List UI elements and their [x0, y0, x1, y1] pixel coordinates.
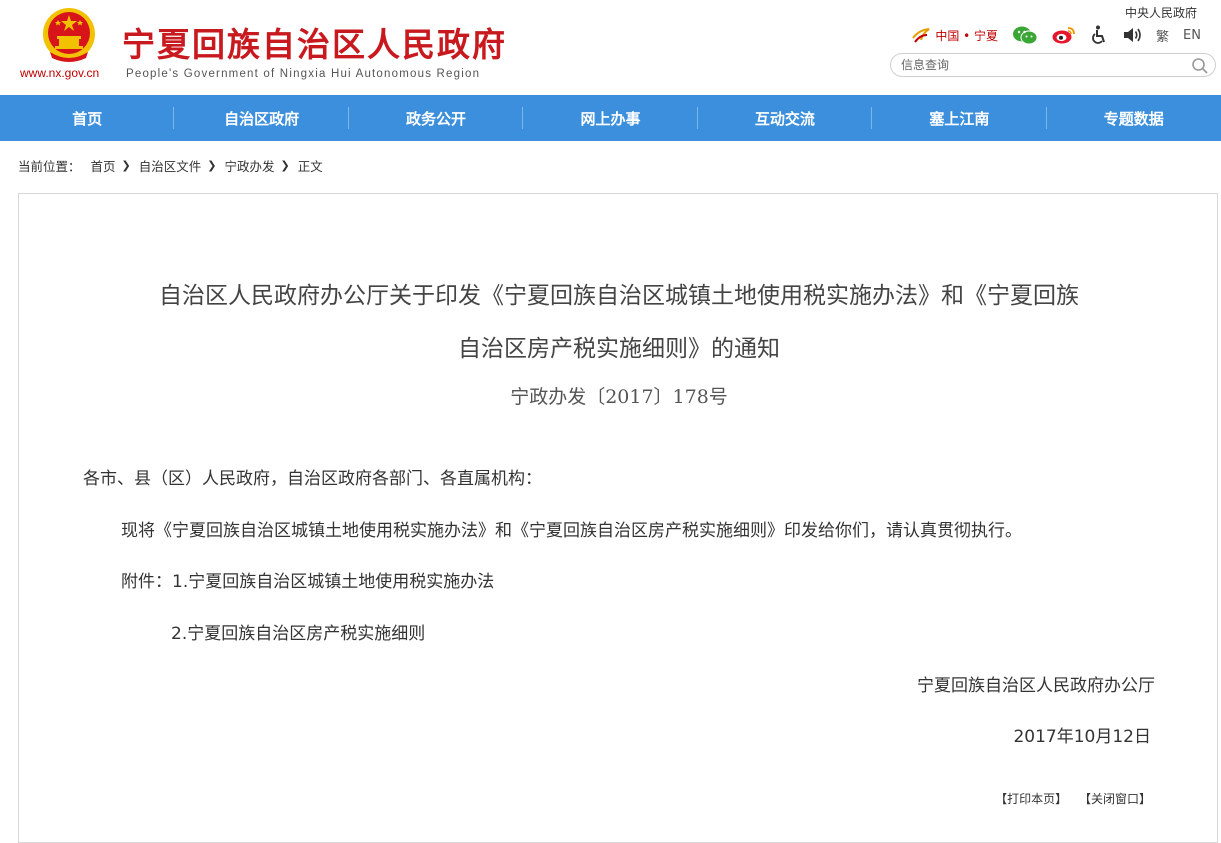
- search-input[interactable]: [901, 56, 1181, 74]
- breadcrumb-ningzhengbanfa[interactable]: 宁政办发: [224, 156, 274, 175]
- traditional-chinese-link[interactable]: 繁: [1156, 26, 1169, 45]
- nav-item-saishang-jiangnan[interactable]: 塞上江南: [872, 95, 1047, 141]
- header-toolbar: 中国 • 宁夏 繁 EN: [897, 23, 1201, 47]
- breadcrumb-prefix: 当前位置：: [18, 158, 81, 174]
- chevron-right-icon: ❯: [280, 158, 290, 172]
- breadcrumb-home[interactable]: 首页: [91, 156, 116, 175]
- nav-item-home[interactable]: 首页: [0, 95, 175, 141]
- nav-item-data-topics[interactable]: 专题数据: [1047, 95, 1221, 141]
- article-actions: 【打印本页】 【关闭窗口】: [987, 790, 1151, 807]
- audio-read-icon[interactable]: [1122, 26, 1142, 44]
- site-subtitle: People's Government of Ningxia Hui Auton…: [126, 68, 481, 80]
- site-title[interactable]: 宁夏回族自治区人民政府: [122, 18, 507, 66]
- close-window-button[interactable]: 【关闭窗口】: [1079, 792, 1151, 806]
- article-panel: 自治区人民政府办公厅关于印发《宁夏回族自治区城镇土地使用税实施办法》和《宁夏回族…: [18, 193, 1218, 843]
- site-header: www.nx.gov.cn 宁夏回族自治区人民政府 People's Gover…: [0, 0, 1221, 95]
- document-number: 宁政办发〔2017〕178号: [510, 386, 728, 408]
- central-government-link[interactable]: 中央人民政府: [1125, 4, 1197, 21]
- nav-item-government[interactable]: 自治区政府: [174, 95, 350, 141]
- site-url: www.nx.gov.cn: [20, 66, 100, 80]
- china-ningxia-link[interactable]: 中国 • 宁夏: [911, 26, 998, 44]
- chevron-right-icon: ❯: [207, 158, 217, 172]
- issuer-signature: 宁夏回族自治区人民政府办公厅: [917, 676, 1155, 696]
- nav-item-public-affairs[interactable]: 政务公开: [349, 95, 524, 141]
- article-title-line-1: 自治区人民政府办公厅关于印发《宁夏回族自治区城镇土地使用税实施办法》和《宁夏回族: [159, 283, 1079, 309]
- china-logo-icon: [912, 28, 930, 43]
- search-box: [890, 53, 1216, 77]
- attachment-2[interactable]: 2.宁夏回族自治区房产税实施细则: [171, 619, 425, 644]
- nav-item-online-services[interactable]: 网上办事: [523, 95, 699, 141]
- issue-date: 2017年10月12日: [1013, 727, 1151, 747]
- attachment-1[interactable]: 附件：1.宁夏回族自治区城镇土地使用税实施办法: [121, 567, 494, 592]
- article-title: 自治区人民政府办公厅关于印发《宁夏回族自治区城镇土地使用税实施办法》和《宁夏回族…: [59, 270, 1179, 376]
- chevron-right-icon: ❯: [121, 158, 131, 172]
- search-icon[interactable]: [1191, 57, 1209, 75]
- nav-item-interaction[interactable]: 互动交流: [698, 95, 873, 141]
- breadcrumb-region-documents[interactable]: 自治区文件: [139, 156, 202, 175]
- breadcrumb-current: 正文: [297, 158, 323, 174]
- article-title-line-2: 自治区房产税实施细则》的通知: [458, 336, 780, 362]
- salutation: 各市、县（区）人民政府，自治区政府各部门、各直属机构：: [83, 469, 542, 489]
- english-link[interactable]: EN: [1183, 28, 1201, 43]
- wechat-icon[interactable]: [1012, 25, 1038, 45]
- body-paragraph: 现将《宁夏回族自治区城镇土地使用税实施办法》和《宁夏回族自治区房产税实施细则》印…: [121, 521, 1022, 541]
- main-nav: 首页 自治区政府 政务公开 网上办事 互动交流 塞上江南 专题数据: [0, 95, 1221, 141]
- china-ningxia-label: 中国 • 宁夏: [935, 28, 999, 43]
- weibo-icon[interactable]: [1052, 25, 1076, 45]
- accessibility-icon[interactable]: [1090, 25, 1108, 45]
- national-emblem-icon[interactable]: [42, 6, 96, 64]
- breadcrumb: 当前位置： 首页 ❯ 自治区文件 ❯ 宁政办发 ❯ 正文: [18, 156, 323, 174]
- print-page-button[interactable]: 【打印本页】: [995, 792, 1067, 806]
